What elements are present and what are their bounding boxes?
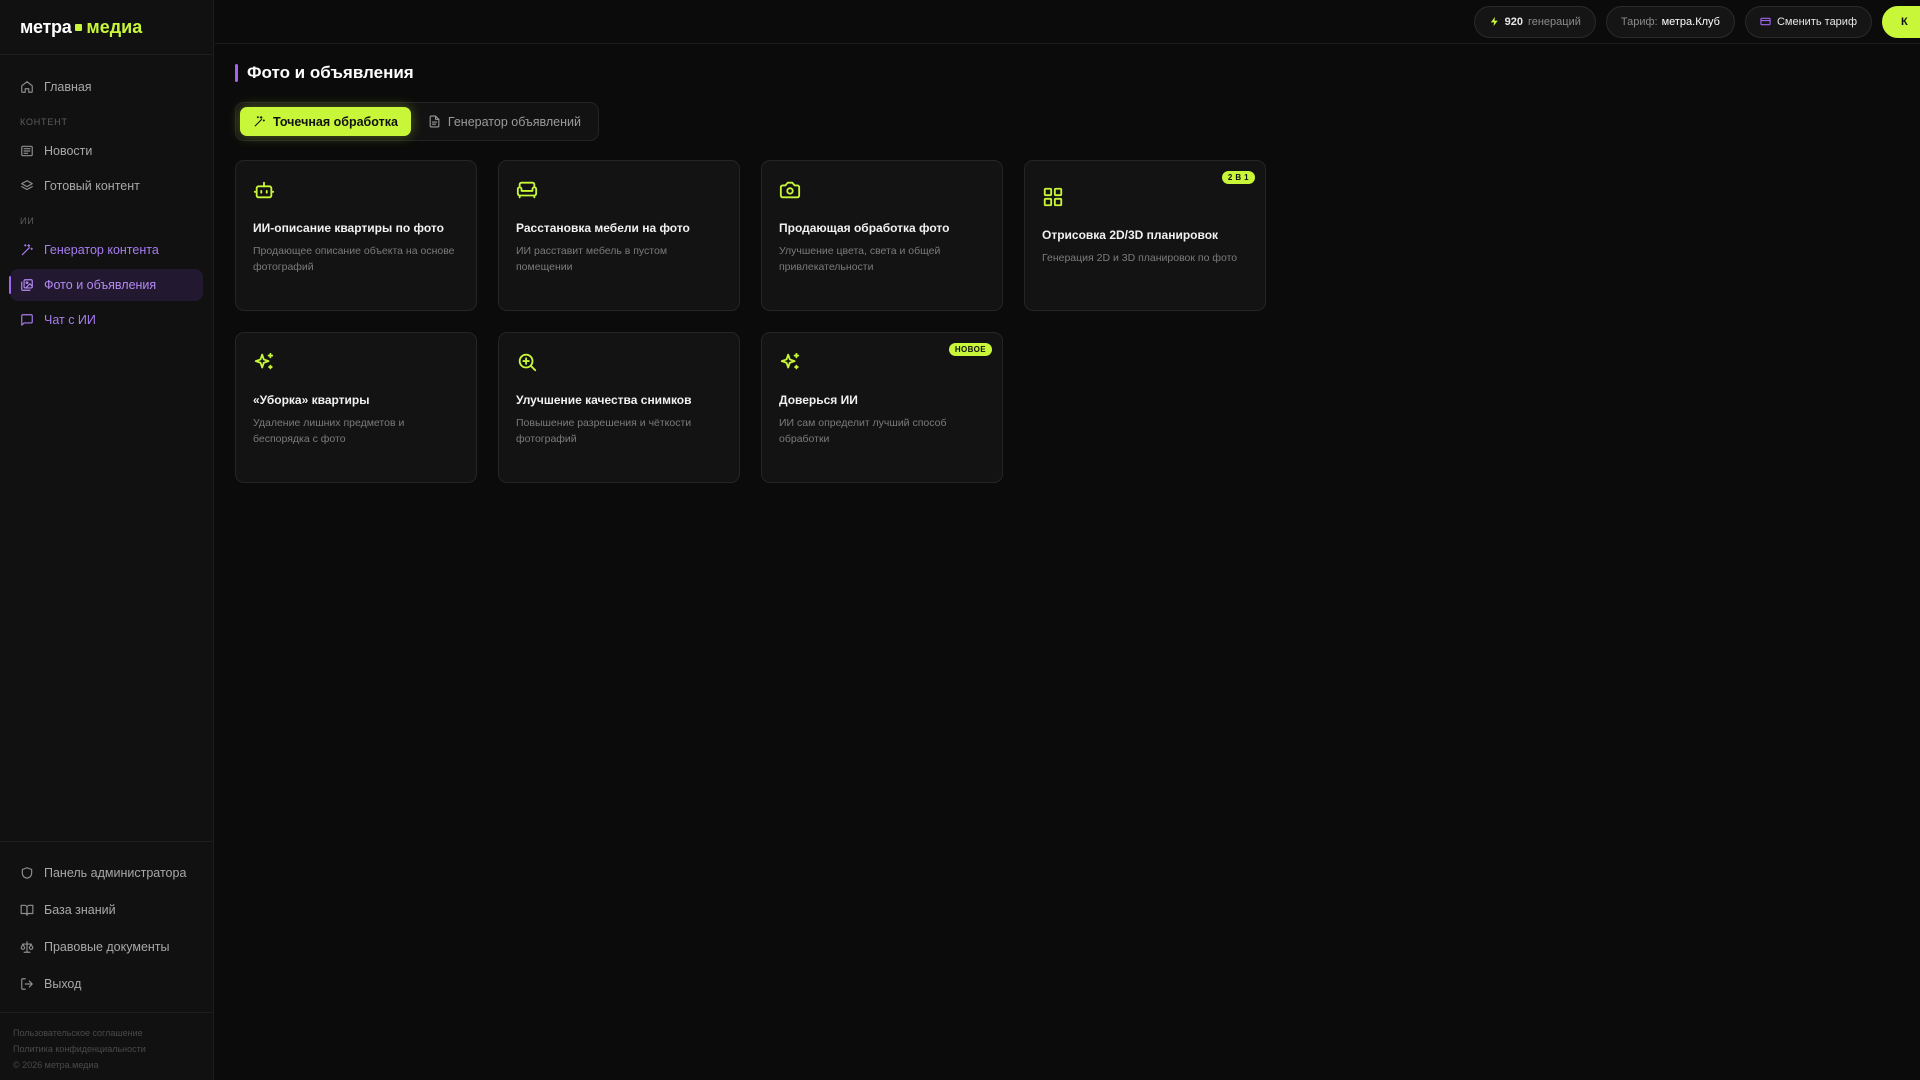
tools-grid: ИИ-описание квартиры по фото Продающее о…	[235, 160, 1266, 483]
sidebar-item-photos[interactable]: Фото и объявления	[9, 269, 203, 301]
badge-2in1: 2 В 1	[1221, 171, 1255, 184]
sidebar-bottom-nav: Панель администратора База знаний Правов…	[0, 841, 213, 1004]
card-selling-photo-processing[interactable]: Продающая обработка фото Улучшение цвета…	[761, 160, 1003, 311]
book-icon	[20, 904, 34, 916]
section-label-ai: ИИ	[20, 216, 35, 226]
card-description: Повышение разрешения и чёткости фотограф…	[516, 417, 692, 445]
camera-icon	[779, 179, 985, 206]
sidebar-item-label: Фото и объявления	[44, 278, 157, 292]
buy-label: К	[1901, 15, 1908, 28]
section-label-content: КОНТЕНТ	[20, 117, 68, 127]
card-image-quality[interactable]: Улучшение качества снимков Повышение раз…	[498, 332, 740, 483]
wand-icon	[21, 244, 33, 256]
change-tariff-button[interactable]: Сменить тариф	[1744, 5, 1872, 38]
sidebar-item-chat[interactable]: Чат с ИИ	[10, 304, 203, 336]
sidebar-item-ready-content[interactable]: Готовый контент	[10, 170, 203, 202]
sidebar-item-label: Правовые документы	[44, 940, 170, 954]
shield-icon	[21, 867, 33, 879]
grid-icon	[1042, 186, 1248, 213]
sidebar-item-label: Главная	[44, 80, 92, 94]
newspaper-icon	[21, 145, 33, 157]
badge-new: НОВОЕ	[948, 343, 992, 356]
logout-icon	[21, 978, 33, 990]
sidebar-item-label: Панель администратора	[44, 866, 187, 880]
generations-counter[interactable]: 920 генераций	[1473, 5, 1596, 38]
sidebar-item-label: База знаний	[44, 903, 116, 917]
sidebar-item-logout[interactable]: Выход	[10, 967, 203, 1001]
card-description: Улучшение цвета, света и общей привлекат…	[779, 245, 941, 273]
card-apartment-description[interactable]: ИИ-описание квартиры по фото Продающее о…	[235, 160, 477, 311]
tab-spot-processing[interactable]: Точечная обработка	[240, 107, 411, 136]
document-icon	[429, 115, 440, 128]
card-title: Продающая обработка фото	[779, 221, 950, 235]
terms-link[interactable]: Пользовательское соглашение	[13, 1025, 213, 1041]
sparkles-icon	[253, 351, 459, 378]
layers-icon	[21, 180, 33, 191]
sidebar-item-label: Новости	[44, 144, 93, 158]
sidebar-item-home[interactable]: Главная	[10, 71, 203, 103]
card-floor-plans[interactable]: 2 В 1 Отрисовка 2D/3D планировок Генерац…	[1024, 160, 1266, 311]
logo-accent: медиа	[86, 16, 143, 37]
privacy-link[interactable]: Политика конфиденциальности	[13, 1041, 213, 1057]
main-content: Фото и объявления Точечная обработка Ген…	[235, 60, 1266, 483]
credit-card-icon	[1760, 17, 1771, 26]
topbar: 920 генераций Тариф: метра.Клуб Сменить …	[215, 0, 1920, 44]
scale-icon	[20, 941, 34, 953]
tariff-label: Тариф:	[1620, 15, 1658, 28]
sidebar: метра медиа Главная КОНТЕНТ Новости Гото…	[0, 0, 214, 1080]
card-title: Отрисовка 2D/3D планировок	[1042, 228, 1219, 242]
card-description: ИИ расставит мебель в пустом помещении	[516, 245, 668, 273]
card-furniture-staging[interactable]: Расстановка мебели на фото ИИ расставит …	[498, 160, 740, 311]
sidebar-footer: Пользовательское соглашение Политика кон…	[0, 1012, 213, 1073]
generations-label: генераций	[1527, 15, 1581, 28]
sidebar-item-label: Генератор контента	[44, 243, 159, 257]
home-icon	[21, 81, 33, 93]
tariff-value: метра.Клуб	[1661, 15, 1720, 28]
tabs: Точечная обработка Генератор объявлений	[235, 102, 599, 141]
card-description: Продающее описание объекта на основе фот…	[253, 245, 455, 273]
sidebar-item-admin[interactable]: Панель администратора	[10, 856, 203, 890]
logo-dot	[75, 23, 83, 31]
wand-icon	[254, 116, 265, 127]
card-title: Улучшение качества снимков	[516, 393, 692, 407]
tab-label: Генератор объявлений	[447, 114, 581, 129]
card-title: «Уборка» квартиры	[253, 393, 370, 407]
logo[interactable]: метра медиа	[0, 0, 213, 55]
card-apartment-cleanup[interactable]: «Уборка» квартиры Удаление лишних предме…	[235, 332, 477, 483]
sidebar-item-label: Выход	[44, 977, 82, 991]
card-description: ИИ сам определит лучший способ обработки	[779, 417, 947, 445]
tariff-indicator[interactable]: Тариф: метра.Клуб	[1605, 5, 1735, 38]
card-trust-ai[interactable]: НОВОЕ Доверься ИИ ИИ сам определит лучши…	[761, 332, 1003, 483]
logo-brand: метра	[20, 16, 72, 37]
page-title: Фото и объявления	[235, 60, 599, 86]
sidebar-item-knowledge[interactable]: База знаний	[10, 893, 203, 927]
card-title: Расстановка мебели на фото	[516, 221, 690, 235]
generations-count: 920	[1504, 15, 1523, 28]
card-description: Генерация 2D и 3D планировок по фото	[1042, 252, 1238, 264]
sidebar-nav: Главная КОНТЕНТ Новости Готовый контент …	[0, 55, 213, 336]
card-description: Удаление лишних предметов и беспорядка с…	[253, 417, 405, 445]
tab-label: Точечная обработка	[273, 114, 398, 129]
bolt-icon	[1490, 16, 1498, 27]
card-title: Доверься ИИ	[779, 393, 858, 407]
sidebar-item-news[interactable]: Новости	[10, 135, 203, 167]
change-tariff-label: Сменить тариф	[1776, 15, 1857, 28]
sidebar-item-label: Чат с ИИ	[44, 313, 96, 327]
sidebar-item-generator[interactable]: Генератор контента	[10, 234, 203, 266]
message-icon	[21, 314, 33, 326]
buy-generations-button[interactable]: К	[1882, 5, 1920, 38]
copyright-text: © 2026 метра.медиа	[13, 1060, 99, 1070]
sidebar-item-legal[interactable]: Правовые документы	[10, 930, 203, 964]
card-title: ИИ-описание квартиры по фото	[253, 221, 444, 235]
robot-icon	[253, 179, 459, 206]
sidebar-item-label: Готовый контент	[44, 179, 140, 193]
tab-listing-generator[interactable]: Генератор объявлений	[415, 107, 594, 136]
zoom-in-icon	[516, 351, 722, 378]
sofa-icon	[516, 179, 722, 206]
images-icon	[21, 279, 33, 291]
